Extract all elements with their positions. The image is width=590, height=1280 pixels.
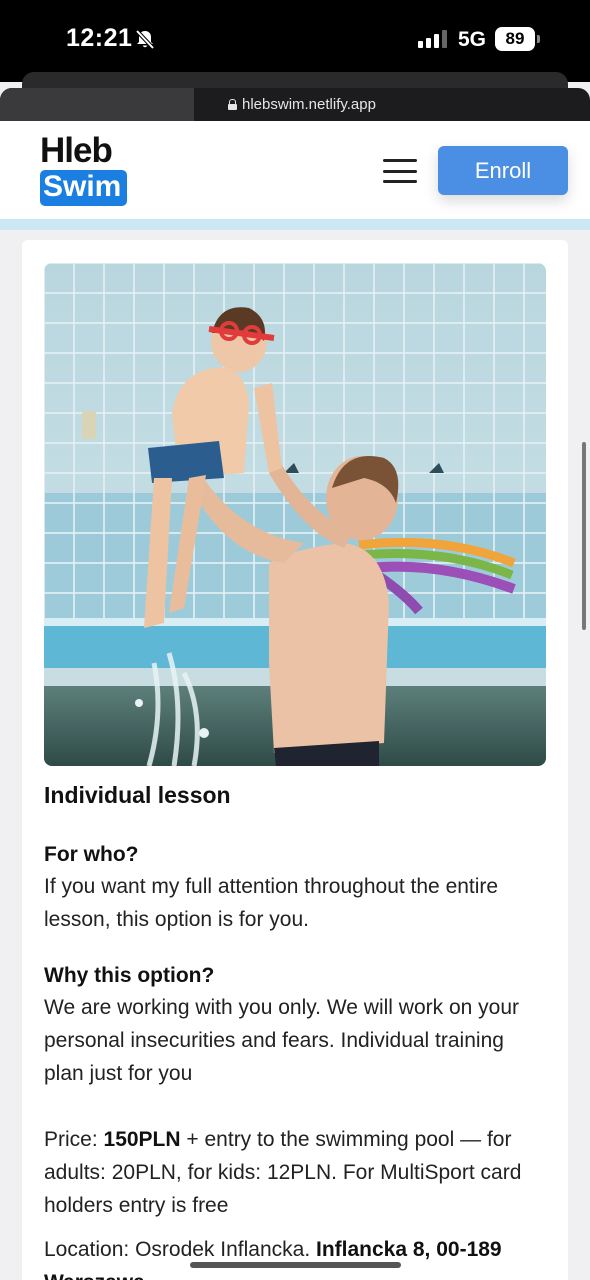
logo-text-bottom: Swim [40, 170, 128, 206]
status-bar: 12:21 5G 89 [0, 0, 590, 82]
location-prefix: Location: Osrodek Inflancka. [44, 1238, 316, 1261]
enroll-button[interactable]: Enroll [438, 146, 568, 195]
home-indicator[interactable] [190, 1262, 401, 1268]
browser-tab[interactable] [0, 88, 194, 122]
battery-level: 89 [505, 29, 525, 48]
url-display[interactable]: hlebswim.netlify.app [228, 96, 376, 113]
why-heading: Why this option? [44, 964, 215, 987]
status-time: 12:21 [66, 24, 133, 52]
network-label: 5G [458, 28, 487, 51]
price-value: 150PLN [103, 1128, 181, 1151]
header-divider [0, 219, 590, 230]
lock-icon [228, 99, 237, 110]
lesson-card: Individual lesson For who? If you want m… [22, 240, 568, 1280]
why-text: We are working with you only. We will wo… [44, 996, 520, 1085]
battery-icon: 89 [495, 27, 535, 51]
price-prefix: Price: [44, 1128, 104, 1151]
lesson-photo [44, 263, 546, 766]
url-text: hlebswim.netlify.app [242, 96, 376, 113]
site-header: Hleb Swim Enroll [0, 121, 590, 219]
battery-cap [537, 35, 540, 43]
signal-icon [418, 30, 447, 48]
for-who-text: If you want my full attention throughout… [44, 875, 499, 931]
bell-off-icon [135, 29, 155, 50]
scrollbar[interactable] [582, 442, 586, 630]
price-text: Price: 150PLN + entry to the swimming po… [44, 1123, 544, 1222]
menu-icon[interactable] [383, 159, 417, 183]
logo-text-top: Hleb [40, 131, 113, 170]
for-who-heading: For who? [44, 843, 139, 866]
site-logo[interactable]: Hleb Swim [40, 131, 128, 206]
url-bar[interactable]: hlebswim.netlify.app [0, 88, 590, 122]
lesson-title: Individual lesson [44, 782, 231, 808]
location-text: Location: Osrodek Inflancka. Inflancka 8… [44, 1233, 544, 1280]
